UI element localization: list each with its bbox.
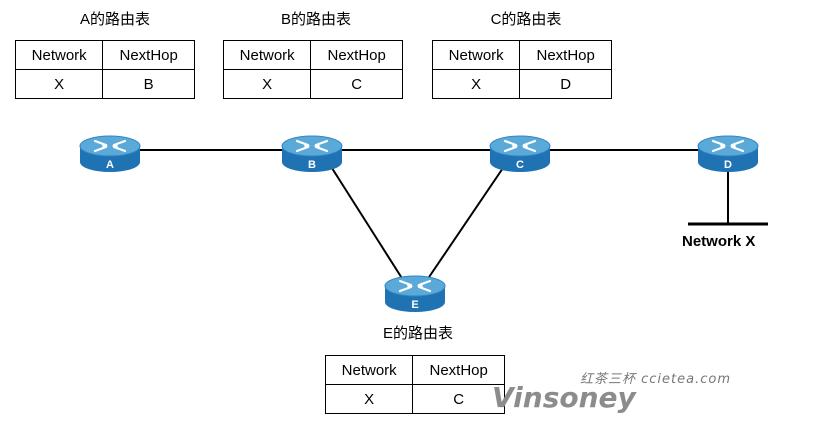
cell-network: X [14,69,104,99]
cell-nexthop: C [412,384,505,414]
router-b[interactable]: B [280,134,344,174]
header-nexthop: NextHop [412,355,505,385]
router-d[interactable]: D [696,134,760,174]
table-row: X B [14,69,195,99]
header-nexthop: NextHop [519,40,612,70]
link-b-e [329,164,406,284]
table-e-title: E的路由表 [382,325,453,342]
cell-nexthop: B [102,69,195,99]
table-row: X C [222,69,403,99]
table-row: X C [324,384,505,414]
header-nexthop: NextHop [102,40,195,70]
router-a[interactable]: A [78,134,142,174]
header-network: Network [222,40,312,70]
header-network: Network [431,40,521,70]
cell-network: X [222,69,312,99]
table-row: Network NextHop [14,40,195,70]
header-nexthop: NextHop [310,40,403,70]
links [110,149,768,284]
routing-table-c: Network NextHop X D [431,40,612,99]
routing-table-a: Network NextHop X B [14,40,195,99]
cell-nexthop: D [519,69,612,99]
table-row: Network NextHop [222,40,403,70]
router-a-label: A [106,159,114,171]
router-b-label: B [308,159,316,171]
table-a-title: A的路由表 [79,11,150,28]
router-e-label: E [411,299,418,311]
router-e[interactable]: E [383,274,447,314]
table-row: Network NextHop [431,40,612,70]
router-d-label: D [724,159,732,171]
routing-table-b: Network NextHop X C [222,40,403,99]
router-c-label: C [516,159,524,171]
table-c-title: C的路由表 [490,11,562,28]
header-network: Network [14,40,104,70]
cell-nexthop: C [310,69,403,99]
table-row: X D [431,69,612,99]
table-b-title: B的路由表 [280,11,351,28]
network-x-label: Network X [682,233,756,250]
router-c[interactable]: C [488,134,552,174]
cell-network: X [324,384,414,414]
link-c-e [424,164,506,284]
table-row: Network NextHop [324,355,505,385]
header-network: Network [324,355,414,385]
routing-table-e: Network NextHop X C [324,355,505,414]
cell-network: X [431,69,521,99]
watermark-brand: Vinsoney [492,381,636,414]
